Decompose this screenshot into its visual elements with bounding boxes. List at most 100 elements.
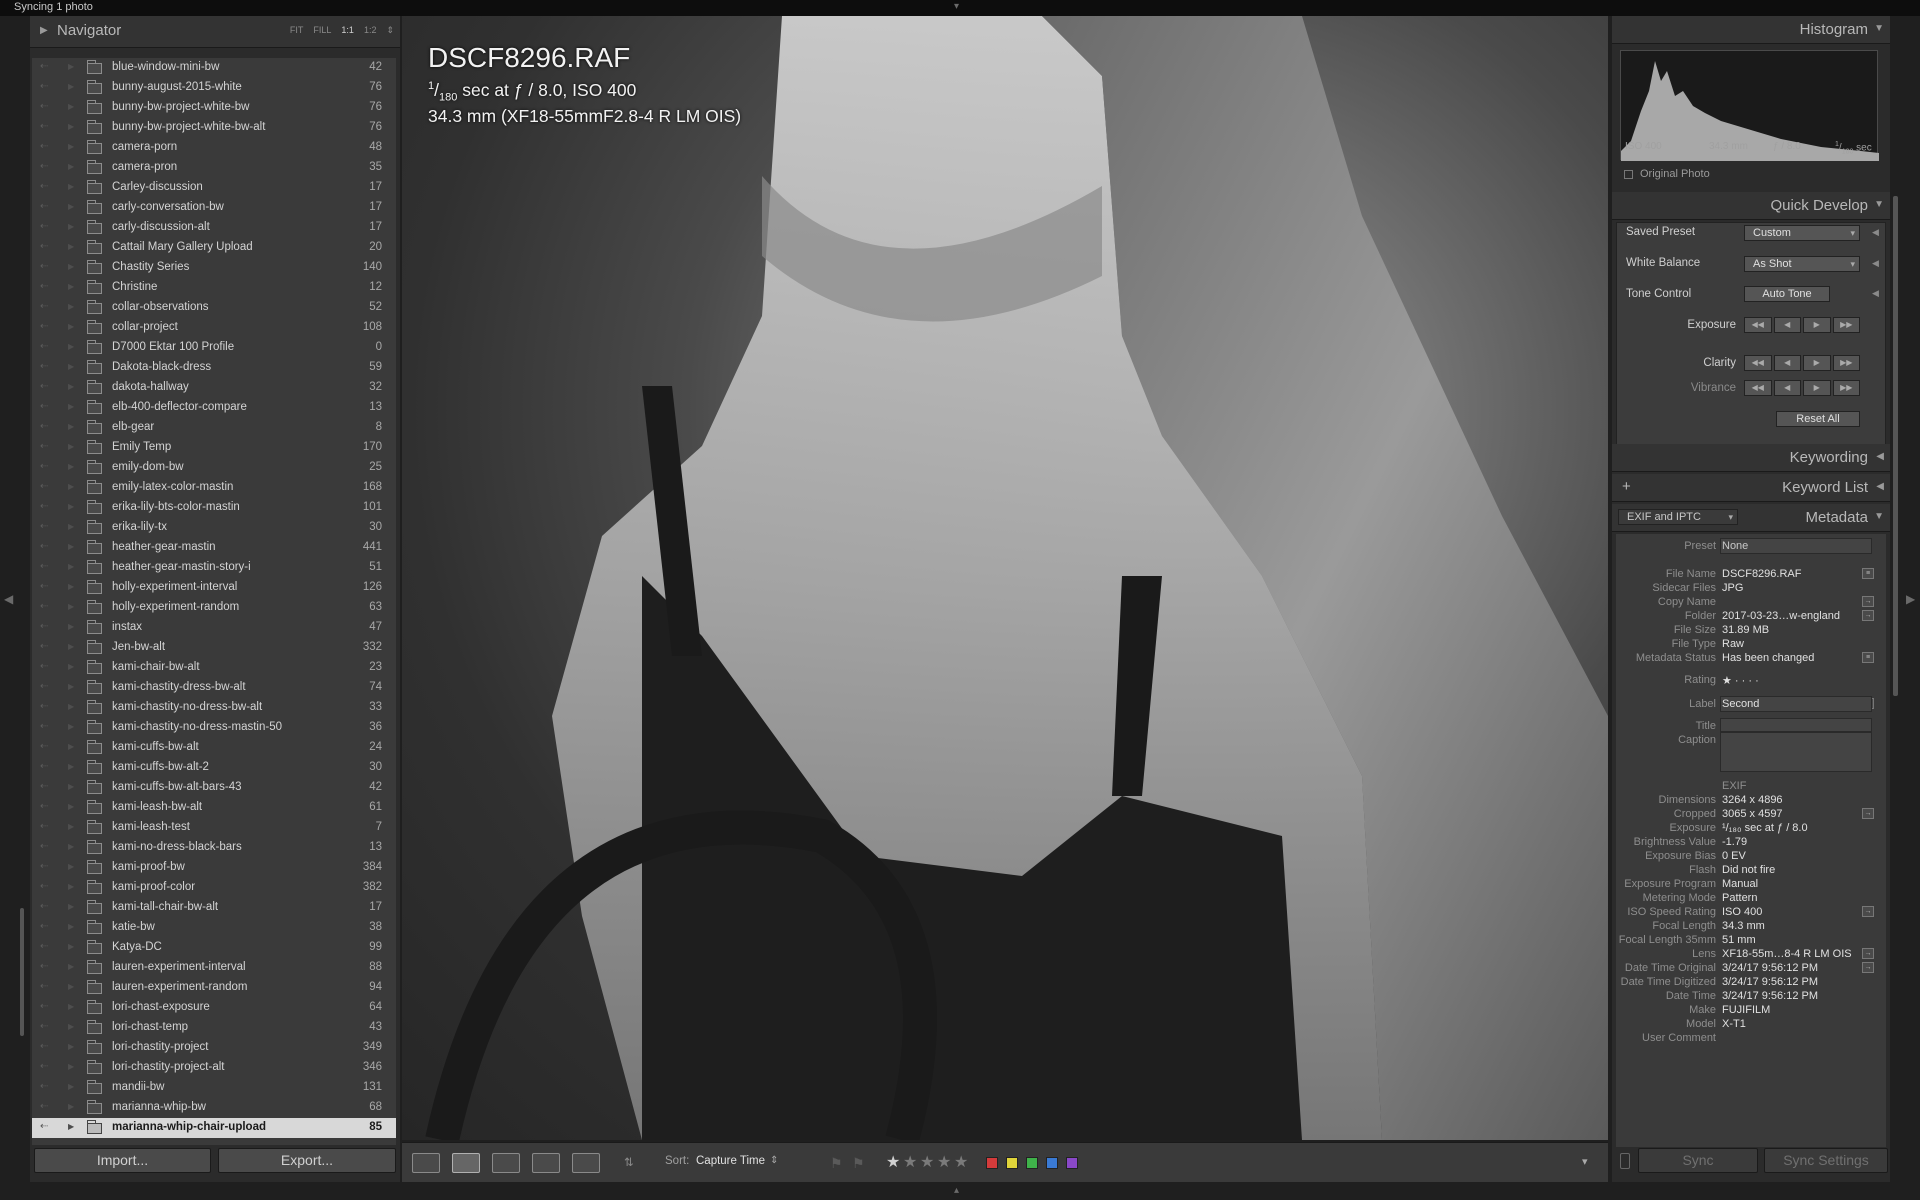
folder-row[interactable]: ⇠ ▶ marianna-whip-chair-upload 85: [32, 1118, 396, 1138]
collapse-triangle-icon[interactable]: ▼: [1874, 23, 1884, 34]
people-view-icon[interactable]: [572, 1153, 600, 1173]
tone-control-expand-icon[interactable]: ◀: [1872, 288, 1879, 299]
label-purple[interactable]: [1066, 1157, 1078, 1169]
histogram-header[interactable]: Histogram ▼: [1612, 16, 1890, 44]
toolbar-options-icon[interactable]: ▾: [1582, 1155, 1588, 1168]
expand-triangle-icon[interactable]: ▶: [68, 642, 74, 651]
top-panel-toggle-icon[interactable]: ▾: [954, 2, 959, 12]
metadata-status-icon[interactable]: ≡: [1862, 652, 1874, 663]
label-green[interactable]: [1026, 1157, 1038, 1169]
compare-view-icon[interactable]: [492, 1153, 520, 1173]
folder-row[interactable]: ⇠ ▶ collar-project 108: [32, 318, 396, 338]
expand-triangle-icon[interactable]: ▶: [68, 542, 74, 551]
expand-triangle-icon[interactable]: ▶: [68, 482, 74, 491]
folder-row[interactable]: ⇠ ▶ bunny-august-2015-white 76: [32, 78, 396, 98]
expand-triangle-icon[interactable]: ▶: [68, 282, 74, 291]
folder-row[interactable]: ⇠ ▶ lori-chastity-project-alt 346: [32, 1058, 396, 1078]
expand-triangle-icon[interactable]: ▶: [68, 1102, 74, 1111]
saved-preset-expand-icon[interactable]: ◀: [1872, 227, 1879, 238]
expand-triangle-icon[interactable]: ▶: [68, 142, 74, 151]
folder-row[interactable]: ⇠ ▶ Carley-discussion 17: [32, 178, 396, 198]
sort-dropdown-arrow-icon[interactable]: ⇕: [770, 1155, 778, 1166]
folder-row[interactable]: ⇠ ▶ lori-chast-exposure 64: [32, 998, 396, 1018]
label-yellow[interactable]: [1006, 1157, 1018, 1169]
clarity-stepper[interactable]: ◀◀ ◀ ▶ ▶▶: [1744, 355, 1860, 371]
survey-view-icon[interactable]: [532, 1153, 560, 1173]
filename-action-icon[interactable]: ≡: [1862, 568, 1874, 579]
expand-triangle-icon[interactable]: ▶: [68, 442, 74, 451]
loupe-view-icon[interactable]: [452, 1153, 480, 1173]
expand-triangle-icon[interactable]: ▶: [68, 1042, 74, 1051]
sync-button[interactable]: Sync: [1638, 1148, 1758, 1173]
loupe-photo[interactable]: DSCF8296.RAF 1/180 sec at ƒ / 8.0, ISO 4…: [402, 16, 1608, 1140]
keywording-header[interactable]: Keywording ◀: [1612, 444, 1890, 472]
folder-row[interactable]: ⇠ ▶ mandii-bw 131: [32, 1078, 396, 1098]
zoom-fill[interactable]: FILL: [313, 25, 331, 36]
expand-triangle-icon[interactable]: ▶: [68, 782, 74, 791]
folder-row[interactable]: ⇠ ▶ carly-discussion-alt 17: [32, 218, 396, 238]
collapse-triangle-icon[interactable]: ▶: [40, 25, 48, 36]
folder-row[interactable]: ⇠ ▶ kami-no-dress-black-bars 13: [32, 838, 396, 858]
expand-triangle-icon[interactable]: ▶: [68, 1022, 74, 1031]
iso-goto-icon[interactable]: →: [1862, 906, 1874, 917]
folder-row[interactable]: ⇠ ▶ elb-gear 8: [32, 418, 396, 438]
folder-row[interactable]: ⇠ ▶ Cattail Mary Gallery Upload 20: [32, 238, 396, 258]
expand-triangle-icon[interactable]: ▶: [68, 862, 74, 871]
expand-triangle-icon[interactable]: ▶: [68, 62, 74, 71]
expand-triangle-icon[interactable]: ▶: [68, 262, 74, 271]
export-button[interactable]: Export...: [218, 1148, 396, 1173]
folder-row[interactable]: ⇠ ▶ heather-gear-mastin-story-i 51: [32, 558, 396, 578]
folder-row[interactable]: ⇠ ▶ kami-chair-bw-alt 23: [32, 658, 396, 678]
grid-view-icon[interactable]: [412, 1153, 440, 1173]
expand-triangle-icon[interactable]: ▶: [68, 982, 74, 991]
star-4-icon[interactable]: ★: [937, 1152, 951, 1172]
expand-triangle-icon[interactable]: ▶: [68, 822, 74, 831]
expand-triangle-icon[interactable]: ▶: [68, 882, 74, 891]
flag-pick-icon[interactable]: ⚑: [830, 1155, 843, 1172]
expand-triangle-icon[interactable]: ▶: [68, 1062, 74, 1071]
folder-row[interactable]: ⇠ ▶ Emily Temp 170: [32, 438, 396, 458]
expand-triangle-icon[interactable]: ▶: [68, 162, 74, 171]
reset-all-button[interactable]: Reset All: [1776, 411, 1860, 427]
bottom-panel-toggle-icon[interactable]: ▴: [954, 1186, 959, 1196]
white-balance-expand-icon[interactable]: ◀: [1872, 258, 1879, 269]
left-panel-toggle-icon[interactable]: ◀: [4, 593, 13, 605]
folder-row[interactable]: ⇠ ▶ Christine 12: [32, 278, 396, 298]
expand-triangle-icon[interactable]: ▶: [68, 922, 74, 931]
expand-triangle-icon[interactable]: ▶: [68, 702, 74, 711]
folder-row[interactable]: ⇠ ▶ bunny-bw-project-white-bw-alt 76: [32, 118, 396, 138]
crop-goto-icon[interactable]: →: [1862, 808, 1874, 819]
sort-direction-icon[interactable]: ⇅: [624, 1155, 634, 1169]
expand-triangle-icon[interactable]: ▶: [68, 762, 74, 771]
expand-triangle-icon[interactable]: ▶: [68, 902, 74, 911]
folder-row[interactable]: ⇠ ▶ Chastity Series 140: [32, 258, 396, 278]
expand-triangle-icon[interactable]: ▶: [68, 802, 74, 811]
zoom-dropdown-icon[interactable]: ⇕: [386, 25, 394, 36]
expand-triangle-icon[interactable]: ▶: [68, 502, 74, 511]
expand-triangle-icon[interactable]: ◀: [1876, 481, 1884, 492]
expand-triangle-icon[interactable]: ▶: [68, 1082, 74, 1091]
expand-triangle-icon[interactable]: ▶: [68, 382, 74, 391]
title-field[interactable]: [1720, 718, 1872, 732]
expand-triangle-icon[interactable]: ▶: [68, 182, 74, 191]
saved-preset-dropdown[interactable]: Custom: [1744, 225, 1860, 241]
expand-triangle-icon[interactable]: ▶: [68, 582, 74, 591]
expand-triangle-icon[interactable]: ▶: [68, 362, 74, 371]
star-1-icon[interactable]: ★: [886, 1152, 900, 1172]
folder-row[interactable]: ⇠ ▶ kami-cuffs-bw-alt-bars-43 42: [32, 778, 396, 798]
star-3-icon[interactable]: ★: [920, 1152, 934, 1172]
folder-row[interactable]: ⇠ ▶ katie-bw 38: [32, 918, 396, 938]
folder-row[interactable]: ⇠ ▶ lori-chast-temp 43: [32, 1018, 396, 1038]
folder-row[interactable]: ⇠ ▶ holly-experiment-random 63: [32, 598, 396, 618]
sync-settings-button[interactable]: Sync Settings: [1764, 1148, 1888, 1173]
expand-triangle-icon[interactable]: ▶: [68, 842, 74, 851]
folder-row[interactable]: ⇠ ▶ kami-tall-chair-bw-alt 17: [32, 898, 396, 918]
exposure-stepper[interactable]: ◀◀ ◀ ▶ ▶▶: [1744, 317, 1860, 333]
folder-row[interactable]: ⇠ ▶ emily-dom-bw 25: [32, 458, 396, 478]
folder-row[interactable]: ⇠ ▶ kami-chastity-dress-bw-alt 74: [32, 678, 396, 698]
date-goto-icon[interactable]: →: [1862, 962, 1874, 973]
expand-triangle-icon[interactable]: ▶: [68, 242, 74, 251]
expand-triangle-icon[interactable]: ▶: [68, 682, 74, 691]
expand-triangle-icon[interactable]: ◀: [1876, 451, 1884, 462]
folder-row[interactable]: ⇠ ▶ instax 47: [32, 618, 396, 638]
